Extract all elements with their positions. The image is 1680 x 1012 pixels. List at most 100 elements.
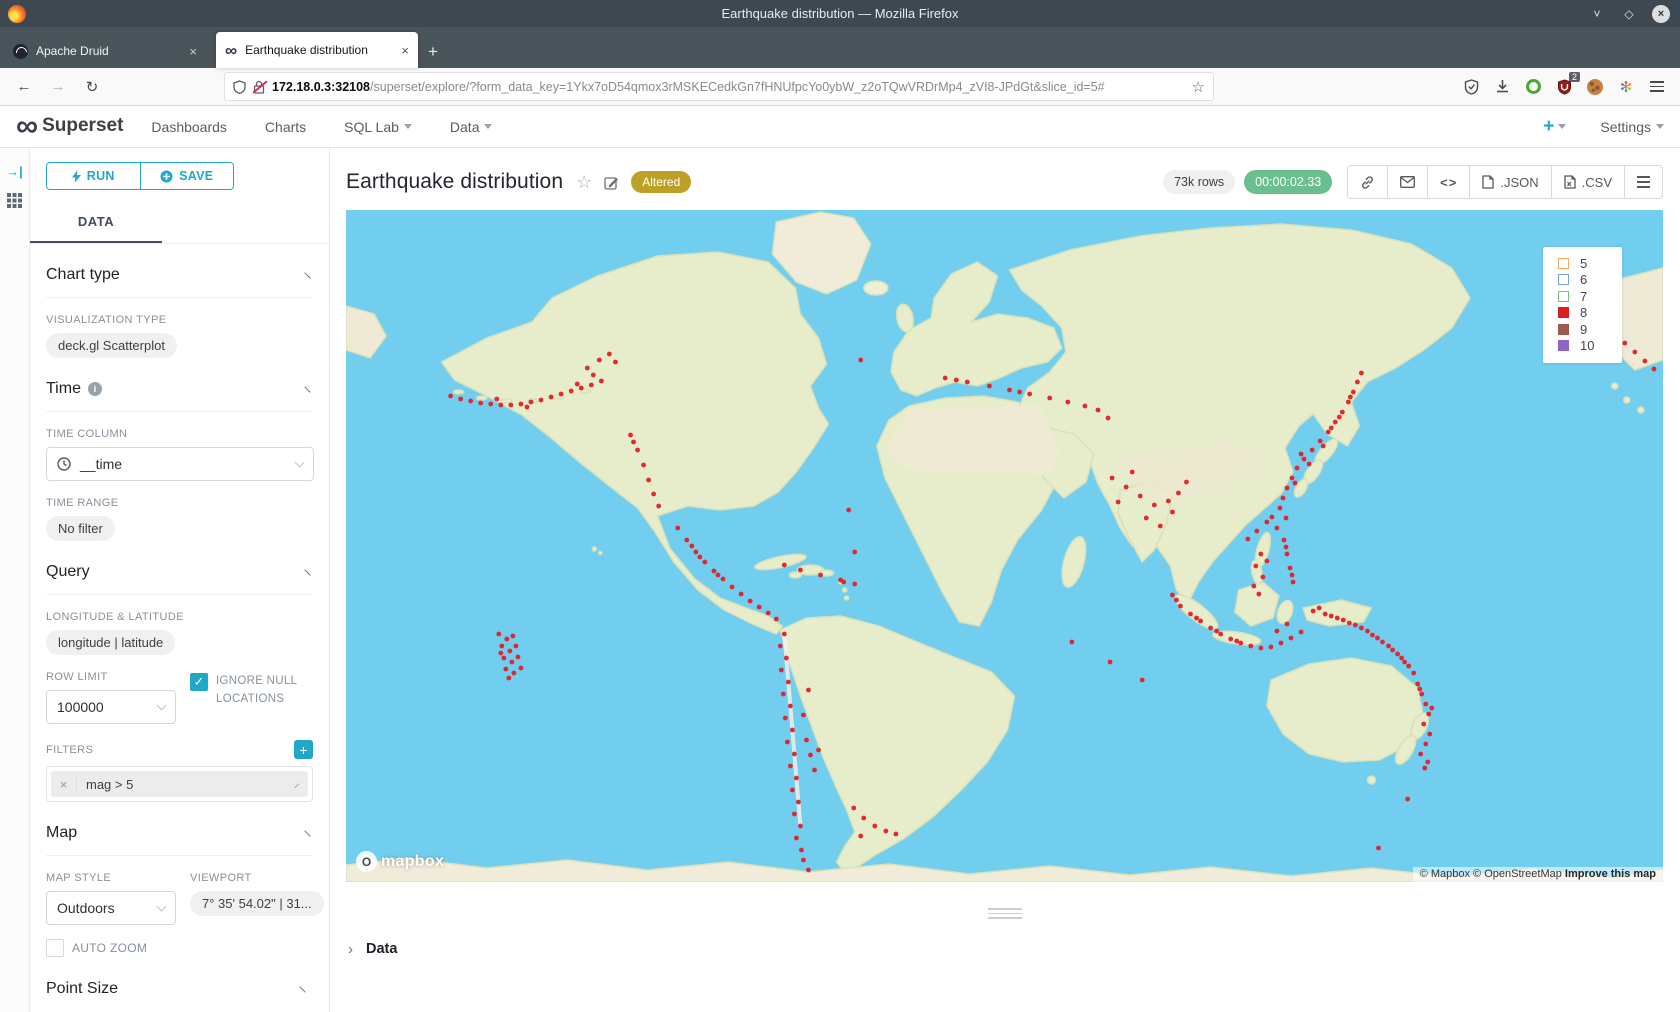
time-column-select[interactable]: __time bbox=[46, 447, 314, 481]
viz-type-label: VISUALIZATION TYPE bbox=[46, 314, 313, 326]
map-legend-items: 5678910 bbox=[1543, 255, 1622, 354]
attribution-osm[interactable]: © OpenStreetMap bbox=[1473, 868, 1562, 880]
downloads-icon[interactable] bbox=[1493, 78, 1511, 96]
section-point-size-header[interactable]: Point Size bbox=[46, 980, 313, 1011]
window-close-icon[interactable]: × bbox=[1652, 5, 1670, 23]
window-maximize-icon[interactable]: ◇ bbox=[1620, 5, 1638, 23]
legend-item[interactable]: 8 bbox=[1543, 305, 1622, 322]
section-time: Time i TIME COLUMN __time TIME RANGE No … bbox=[46, 358, 313, 541]
url-text[interactable]: 172.18.0.3:32108/superset/explore/?form_… bbox=[272, 80, 1185, 94]
chart-header-actions: 73k rows 00:00:02.33 <> .JSON bbox=[1163, 165, 1663, 199]
collapse-panel-icon[interactable]: →| bbox=[6, 164, 23, 179]
export-json-button[interactable]: .JSON bbox=[1469, 166, 1550, 198]
new-tab-button[interactable]: + bbox=[428, 42, 438, 62]
resize-drag-handle[interactable] bbox=[988, 908, 1022, 919]
map-style-select[interactable]: Outdoors bbox=[46, 891, 176, 925]
forward-icon[interactable]: → bbox=[44, 73, 72, 101]
time-range-value[interactable]: No filter bbox=[46, 516, 115, 541]
data-panel-toggle[interactable]: › Data bbox=[330, 919, 1680, 958]
world-map[interactable] bbox=[346, 210, 1663, 882]
chart-menu-button[interactable] bbox=[1624, 166, 1662, 198]
auto-zoom-checkbox[interactable] bbox=[46, 939, 64, 957]
tab-close-icon[interactable]: × bbox=[401, 43, 409, 58]
mapbox-logo[interactable]: O mapbox bbox=[356, 851, 444, 872]
legend-label: 6 bbox=[1580, 272, 1587, 287]
superset-logo[interactable]: ∞ Superset bbox=[16, 114, 123, 139]
row-limit-select[interactable]: 100000 bbox=[46, 690, 176, 724]
nav-item-dashboards[interactable]: Dashboards bbox=[151, 119, 227, 135]
insecure-lock-icon[interactable] bbox=[253, 80, 265, 94]
legend-swatch-icon bbox=[1558, 307, 1569, 318]
tab-close-icon[interactable]: × bbox=[189, 44, 197, 59]
ublock-icon[interactable]: 2 bbox=[1555, 78, 1573, 96]
ignore-null-checkbox[interactable]: ✓ bbox=[190, 673, 208, 691]
chevron-down-icon bbox=[295, 458, 305, 468]
settings-menu[interactable]: Settings bbox=[1600, 119, 1664, 135]
auto-zoom-label: AUTO ZOOM bbox=[72, 939, 147, 958]
tab-data[interactable]: DATA bbox=[30, 204, 162, 243]
section-query: Query LONGITUDE & LATITUDE longitude | l… bbox=[46, 541, 313, 802]
add-filter-button[interactable]: + bbox=[294, 740, 313, 759]
email-button[interactable] bbox=[1387, 166, 1427, 198]
tab-earthquake-distribution[interactable]: ∞ Earthquake distribution × bbox=[216, 32, 418, 68]
filter-chip[interactable]: × mag > 5 bbox=[51, 771, 308, 797]
legend-item[interactable]: 10 bbox=[1543, 338, 1622, 355]
reload-icon[interactable]: ↻ bbox=[78, 73, 106, 101]
viz-type-value[interactable]: deck.gl Scatterplot bbox=[46, 333, 177, 358]
asterisk-extension-icon[interactable]: ✻ bbox=[1617, 78, 1635, 96]
filter-container: × mag > 5 bbox=[46, 766, 313, 802]
map-container[interactable]: 5678910 O mapbox © Mapbox © OpenStreetMa… bbox=[346, 210, 1663, 882]
extension-green-icon[interactable] bbox=[1524, 78, 1542, 96]
altered-badge[interactable]: Altered bbox=[631, 171, 691, 193]
map-legend: 5678910 bbox=[1543, 247, 1622, 363]
legend-item[interactable]: 9 bbox=[1543, 321, 1622, 338]
nav-item-charts[interactable]: Charts bbox=[265, 119, 306, 135]
bookmark-star-icon[interactable]: ☆ bbox=[1192, 78, 1205, 96]
superset-favicon-icon: ∞ bbox=[225, 42, 237, 59]
run-button[interactable]: RUN bbox=[47, 163, 140, 189]
legend-label: 10 bbox=[1580, 338, 1594, 353]
tab-apache-druid[interactable]: Apache Druid × bbox=[4, 34, 206, 68]
legend-item[interactable]: 7 bbox=[1543, 288, 1622, 305]
nav-item-sql-lab[interactable]: SQL Lab bbox=[344, 119, 412, 135]
legend-swatch-icon bbox=[1558, 274, 1569, 285]
section-map-header[interactable]: Map bbox=[46, 824, 313, 856]
lonlat-value[interactable]: longitude | latitude bbox=[46, 630, 175, 655]
section-chart-type: Chart type VISUALIZATION TYPE deck.gl Sc… bbox=[46, 244, 313, 358]
legend-item[interactable]: 5 bbox=[1543, 255, 1622, 272]
new-chart-button[interactable]: + bbox=[1543, 116, 1566, 138]
save-button[interactable]: SAVE bbox=[140, 163, 234, 189]
superset-brand-name: Superset bbox=[42, 115, 123, 137]
extension-icons: 2 ✻ bbox=[1462, 78, 1670, 96]
viewport-value[interactable]: 7° 35' 54.02" | 31... bbox=[190, 891, 324, 916]
browser-menu-icon[interactable] bbox=[1648, 78, 1666, 96]
tracking-shield-icon[interactable] bbox=[233, 80, 246, 94]
section-time-header[interactable]: Time i bbox=[46, 380, 313, 412]
chart-panel: Earthquake distribution ☆ Altered 73k ro… bbox=[330, 148, 1680, 1012]
tab-label: Earthquake distribution bbox=[245, 43, 368, 57]
edit-properties-icon[interactable] bbox=[604, 175, 619, 190]
pocket-shield-icon[interactable] bbox=[1462, 78, 1480, 96]
section-query-header[interactable]: Query bbox=[46, 563, 313, 595]
tab-label: Apache Druid bbox=[36, 44, 109, 58]
dataset-grid-icon[interactable] bbox=[7, 193, 22, 213]
export-csv-button[interactable]: .CSV bbox=[1551, 166, 1624, 198]
attribution-improve-link[interactable]: Improve this map bbox=[1565, 868, 1656, 880]
embed-code-button[interactable]: <> bbox=[1427, 166, 1469, 198]
chevron-down-icon bbox=[404, 124, 412, 129]
copy-link-button[interactable] bbox=[1348, 166, 1387, 198]
chevron-down-icon bbox=[157, 902, 167, 912]
superset-navbar: ∞ Superset Dashboards Charts SQL Lab Dat… bbox=[0, 106, 1680, 148]
cookie-extension-icon[interactable] bbox=[1586, 78, 1604, 96]
legend-item[interactable]: 6 bbox=[1543, 272, 1622, 289]
nav-item-data[interactable]: Data bbox=[450, 119, 493, 135]
remove-filter-icon[interactable]: × bbox=[51, 777, 77, 792]
window-minimize-icon[interactable]: ˅ bbox=[1588, 5, 1606, 23]
url-bar[interactable]: 172.18.0.3:32108/superset/explore/?form_… bbox=[224, 72, 1214, 101]
favorite-star-icon[interactable]: ☆ bbox=[576, 172, 592, 193]
mapbox-circle-icon: O bbox=[356, 851, 377, 872]
section-chart-type-header[interactable]: Chart type bbox=[46, 266, 313, 298]
back-icon[interactable]: ← bbox=[10, 73, 38, 101]
window-titlebar: Earthquake distribution — Mozilla Firefo… bbox=[0, 0, 1680, 27]
attribution-mapbox[interactable]: © Mapbox bbox=[1420, 868, 1470, 880]
